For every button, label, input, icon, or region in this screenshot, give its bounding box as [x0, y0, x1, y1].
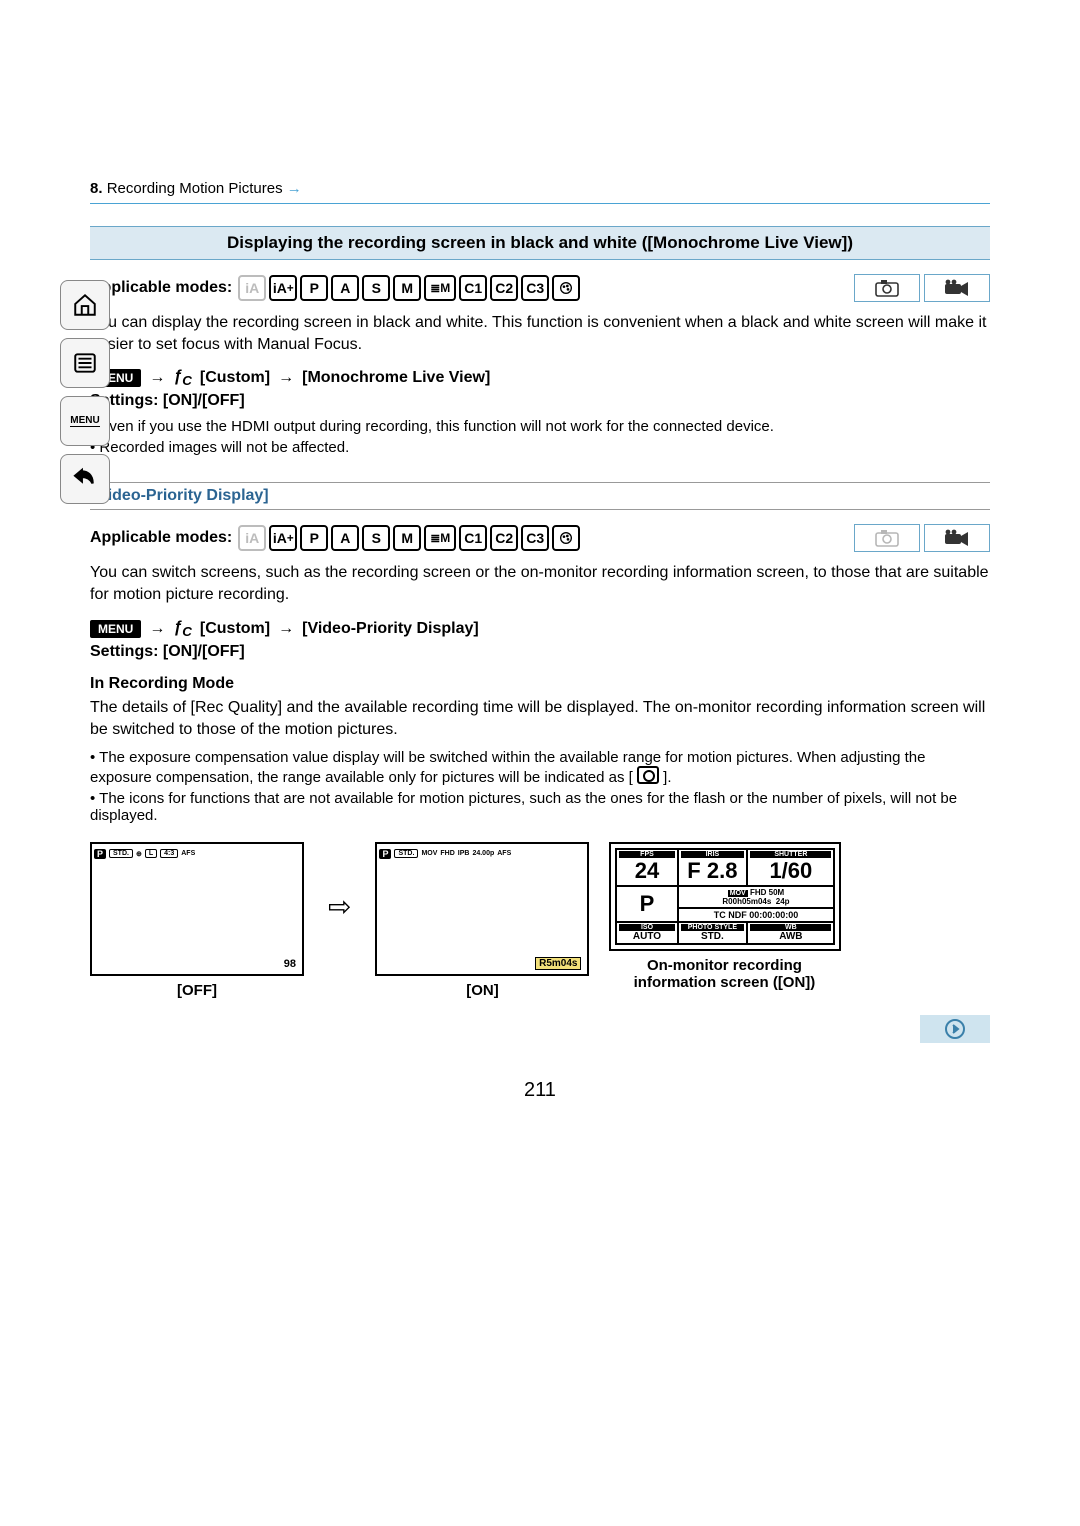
camera-icon	[637, 766, 659, 784]
mode-c1-icon: C1	[459, 275, 487, 301]
mode-s-icon: S	[362, 275, 390, 301]
menu-button[interactable]: MENU	[60, 396, 110, 446]
mode-palette-icon	[552, 525, 580, 551]
page-number: 211	[90, 1079, 990, 1102]
mode-c2-icon: C2	[490, 275, 518, 301]
modes-row: Applicable modes: iA iA+ P A S M ≣M C1 C…	[90, 274, 990, 302]
applicable-modes-label2: Applicable modes:	[90, 529, 232, 547]
section1-title: Displaying the recording screen in black…	[90, 226, 990, 260]
off-label: [OFF]	[90, 982, 304, 999]
modes-row-2: Applicable modes: iA iA+ P A S M ≣M C1 C…	[90, 524, 990, 552]
mode-ia-icon: iA	[238, 525, 266, 551]
video-mode-icon	[924, 524, 990, 552]
transition-arrow-icon: ⇨	[324, 842, 355, 972]
on-monitor-label1: On-monitor recording	[609, 957, 839, 974]
next-page-icon[interactable]	[920, 1015, 990, 1043]
section1-menu-path: MENU → ƒC [Custom] → [Monochrome Live Vi…	[90, 368, 990, 388]
mode-ia-icon: iA	[238, 275, 266, 301]
photo-mode-icon	[854, 274, 920, 302]
menu-badge: MENU	[90, 620, 141, 638]
arrow-icon: →	[149, 620, 165, 638]
mode-c3-icon: C3	[521, 275, 549, 301]
custom-icon: ƒC	[173, 368, 192, 388]
mode-c2-icon: C2	[490, 525, 518, 551]
mode-p-icon: P	[300, 525, 328, 551]
screen-on-preview: P STD. MOV FHD IPB 24.00p AFS R5m04s	[375, 842, 589, 976]
arrow-icon: →	[149, 369, 165, 387]
in-recording-mode-heading: In Recording Mode	[90, 675, 990, 693]
mode-c1-icon: C1	[459, 525, 487, 551]
chapter-number: 8.	[90, 180, 103, 197]
on-monitor-info-panel: FPS24 IRISF 2.8 SHUTTER1/60 P MOV FHD 50…	[609, 842, 841, 951]
mode-a-icon: A	[331, 525, 359, 551]
list-icon[interactable]	[60, 338, 110, 388]
screen-off-preview: P STD. ⊕ L 4:3 AFS 98	[90, 842, 304, 976]
mode-p-icon: P	[300, 275, 328, 301]
photo-mode-icon	[854, 524, 920, 552]
in-recording-mode-text: The details of [Rec Quality] and the ava…	[90, 697, 990, 741]
screenshot-row: P STD. ⊕ L 4:3 AFS 98 [OFF] ⇨ P STD. MOV…	[90, 842, 990, 999]
sidebar: MENU	[60, 280, 112, 504]
custom-icon: ƒC	[173, 619, 192, 639]
mode-icons: iA iA+ P A S M ≣M C1 C2 C3	[238, 275, 580, 301]
mode-iap-icon: iA+	[269, 275, 297, 301]
home-icon[interactable]	[60, 280, 110, 330]
mode-m-icon: M	[393, 525, 421, 551]
mode-palette-icon	[552, 275, 580, 301]
section2-title: [Video-Priority Display]	[90, 482, 990, 510]
section1-settings: Settings: [ON]/[OFF]	[90, 392, 990, 410]
section1-intro: You can display the recording screen in …	[90, 312, 990, 356]
on-label: [ON]	[375, 982, 589, 999]
section2-settings: Settings: [ON]/[OFF]	[90, 643, 990, 661]
mode-movie-icon: ≣M	[424, 525, 456, 551]
mode-icons2: iA iA+ P A S M ≣M C1 C2 C3	[238, 525, 580, 551]
section2-intro: You can switch screens, such as the reco…	[90, 562, 990, 606]
section1-notes: Even if you use the HDMI output during r…	[90, 418, 990, 456]
on-monitor-label2: information screen ([ON])	[609, 974, 839, 991]
mode-iap-icon: iA+	[269, 525, 297, 551]
video-mode-icon	[924, 274, 990, 302]
back-icon[interactable]	[60, 454, 110, 504]
mode-movie-icon: ≣M	[424, 275, 456, 301]
mode-c3-icon: C3	[521, 525, 549, 551]
mode-s-icon: S	[362, 525, 390, 551]
chapter-header: 8. Recording Motion Pictures →	[90, 180, 990, 204]
section2-notes: The exposure compensation value display …	[90, 749, 990, 824]
mode-m-icon: M	[393, 275, 421, 301]
chapter-title: Recording Motion Pictures	[107, 180, 283, 197]
section2-menu-path: MENU → ƒC [Custom] → [Video-Priority Dis…	[90, 619, 990, 639]
mode-a-icon: A	[331, 275, 359, 301]
